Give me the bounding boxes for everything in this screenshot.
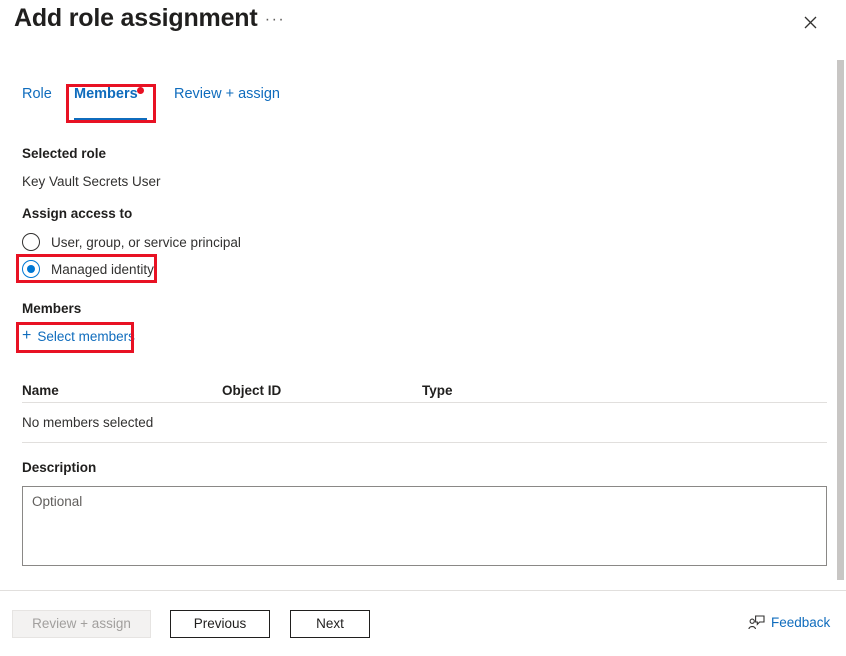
next-button[interactable]: Next [290, 610, 370, 638]
radio-mark-unchecked-icon [22, 233, 40, 251]
page-title: Add role assignment [14, 4, 258, 32]
review-assign-button[interactable]: Review + assign [12, 610, 151, 638]
previous-button[interactable]: Previous [170, 610, 270, 638]
tab-bar: Role Members Review + assign [0, 86, 846, 122]
selected-role-value: Key Vault Secrets User [22, 174, 161, 189]
cell-name: No members selected [22, 415, 154, 430]
plus-icon: + [22, 327, 32, 344]
selected-role-label: Selected role [22, 146, 107, 161]
tab-review-assign[interactable]: Review + assign [174, 86, 280, 110]
table-row: No members selected [22, 403, 827, 443]
feedback-label: Feedback [771, 615, 831, 630]
dialog-header: Add role assignment ··· [0, 0, 846, 46]
vertical-scrollbar-thumb[interactable] [837, 60, 844, 580]
assign-access-to-label: Assign access to [22, 206, 133, 221]
radio-managed-identity[interactable]: Managed identity [22, 258, 154, 280]
tab-attention-dot-icon [137, 87, 144, 94]
radio-user-group-service-principal[interactable]: User, group, or service principal [22, 231, 241, 253]
column-header-name: Name [22, 382, 59, 398]
radio-label-managed-identity: Managed identity [51, 261, 154, 277]
members-table: Name Object ID Type No members selected [22, 378, 827, 443]
footer-divider [0, 590, 846, 591]
close-icon[interactable] [796, 8, 824, 36]
table-header-row: Name Object ID Type [22, 378, 827, 403]
radio-label-user-group-service-principal: User, group, or service principal [51, 234, 241, 250]
feedback-person-icon [748, 615, 771, 630]
description-input[interactable] [22, 486, 827, 566]
members-label: Members [22, 301, 82, 316]
tab-selected-underline [74, 118, 147, 121]
select-members-button[interactable]: + Select members [22, 328, 135, 344]
description-label: Description [22, 460, 97, 475]
select-members-label: Select members [37, 328, 135, 344]
tab-members[interactable]: Members [74, 86, 138, 110]
radio-mark-checked-icon [22, 260, 40, 278]
tab-role[interactable]: Role [22, 86, 52, 110]
more-horizontal-icon[interactable]: ··· [262, 12, 288, 34]
column-header-type: Type [422, 382, 453, 398]
column-header-object-id: Object ID [222, 382, 282, 398]
feedback-link[interactable]: Feedback [748, 615, 830, 630]
